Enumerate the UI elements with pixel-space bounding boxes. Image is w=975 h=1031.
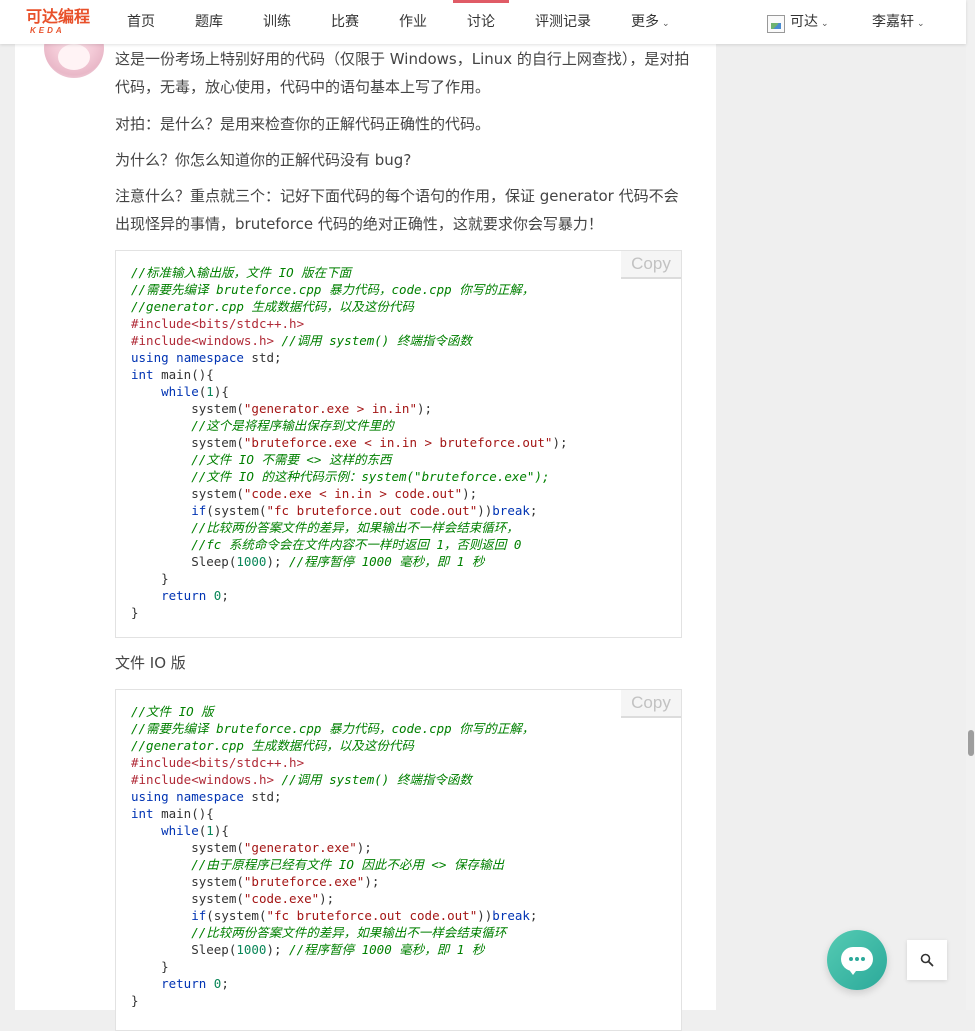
site-logo[interactable]: 可达编程 KEDA [26, 8, 96, 36]
code-line: while(1){ [161, 384, 229, 399]
code-line: return 0; [161, 976, 229, 991]
code-block-standard-io: Copy //标准输入输出版，文件 IO 版在下面 //需要先编译 brutef… [115, 250, 682, 638]
chevron-down-icon: ⌄ [662, 19, 670, 29]
code-line: system("generator.exe"); [131, 840, 372, 855]
code-block-file-io: Copy //文件 IO 版 //需要先编译 bruteforce.cpp 暴力… [115, 689, 682, 1031]
code-line: system("bruteforce.exe"); [131, 874, 380, 889]
code-line: } [131, 993, 139, 1008]
code-line: //这个是将程序输出保存到文件里的 [191, 418, 394, 433]
account-menu[interactable]: 可达 ⌄ [790, 0, 829, 44]
code-content: //标准输入输出版，文件 IO 版在下面 //需要先编译 bruteforce.… [116, 251, 681, 634]
account-label: 可达 [790, 14, 818, 30]
copy-button[interactable]: Copy [621, 251, 681, 279]
code-line: int main(){ [131, 806, 214, 821]
chevron-down-icon: ⌄ [821, 19, 829, 29]
code-line: //由于原程序已经有文件 IO 因此不必用 <> 保存输出 [191, 857, 504, 872]
code-line: int main(){ [131, 367, 214, 382]
nav-contests[interactable]: 比赛 [331, 0, 359, 44]
code-line: //需要先编译 bruteforce.cpp 暴力代码，code.cpp 你写的… [131, 282, 535, 297]
chevron-down-icon: ⌄ [917, 19, 925, 29]
code-line: Sleep(1000); //程序暂停 1000 毫秒，即 1 秒 [131, 942, 485, 957]
code-line: system("code.exe < in.in > code.out"); [131, 486, 478, 501]
code-line: while(1){ [161, 823, 229, 838]
scrollbar-thumb[interactable] [968, 730, 974, 756]
code-line: using namespace std; [131, 350, 282, 365]
code-line: system("bruteforce.exe < in.in > brutefo… [131, 435, 568, 450]
code-line: //generator.cpp 生成数据代码，以及这份代码 [131, 299, 414, 314]
code-line: #include<windows.h> //调用 system() 终端指令函数 [131, 333, 472, 348]
code-line: //比较两份答案文件的差异，如果输出不一样会结束循环 [191, 925, 507, 940]
copy-button[interactable]: Copy [621, 690, 681, 718]
logo-text: 可达编程 [26, 7, 91, 26]
user-name: 李嘉轩 [872, 14, 914, 30]
code-line: using namespace std; [131, 789, 282, 804]
nav-more-label: 更多 [631, 14, 659, 30]
nav-records[interactable]: 评测记录 [535, 0, 591, 44]
nav-discussion[interactable]: 讨论 [453, 0, 509, 44]
code-line: //标准输入输出版，文件 IO 版在下面 [131, 265, 352, 280]
code-line: //generator.cpp 生成数据代码，以及这份代码 [131, 738, 414, 753]
post-paragraph-4: 注意什么？重点就三个：记好下面代码的每个语句的作用，保证 generator 代… [115, 187, 679, 233]
top-navbar: 可达编程 KEDA 首页 题库 训练 比赛 作业 讨论 评测记录 更多 ⌄ 可达 ⌄… [0, 0, 966, 44]
search-button[interactable] [907, 940, 947, 980]
code-line: //fc 系统命令会在文件内容不一样时返回 1，否则返回 0 [191, 537, 522, 552]
code-line: system("code.exe"); [131, 891, 335, 906]
code-line: if(system("fc bruteforce.out code.out"))… [191, 503, 538, 518]
account-image-icon[interactable] [767, 15, 785, 33]
code-line: } [131, 571, 169, 586]
code-line: } [131, 959, 169, 974]
code-content: //文件 IO 版 //需要先编译 bruteforce.cpp 暴力代码，co… [116, 690, 681, 1022]
post-card: 这是一份考场上特别好用的代码（仅限于 Windows，Linux 的自行上网查找… [15, 0, 716, 1031]
code-line: #include<windows.h> //调用 system() 终端指令函数 [131, 772, 472, 787]
post-paragraph-2: 对拍：是什么？是用来检查你的正解代码正确性的代码。 [115, 115, 491, 133]
code-line: //文件 IO 不需要 <> 这样的东西 [191, 452, 392, 467]
scrollbar-track[interactable] [966, 0, 975, 1010]
user-menu[interactable]: 李嘉轩 ⌄ [872, 0, 925, 44]
nav-training[interactable]: 训练 [263, 0, 291, 44]
code-line: #include<bits/stdc++.h> [131, 755, 305, 770]
nav-problems[interactable]: 题库 [195, 0, 223, 44]
code-line: //文件 IO 的这种代码示例：system("bruteforce.exe")… [191, 469, 550, 484]
logo-subtext: KEDA [30, 26, 65, 35]
chat-bubble-icon [841, 947, 873, 975]
code-line: Sleep(1000); //程序暂停 1000 毫秒，即 1 秒 [131, 554, 485, 569]
nav-homework[interactable]: 作业 [399, 0, 427, 44]
code-line: #include<bits/stdc++.h> [131, 316, 305, 331]
post-paragraph-3: 为什么？你怎么知道你的正解代码没有 bug? [115, 151, 412, 169]
nav-more[interactable]: 更多 ⌄ [631, 0, 670, 44]
code-line: return 0; [161, 588, 229, 603]
code-line: //文件 IO 版 [131, 704, 214, 719]
code-line: //需要先编译 bruteforce.cpp 暴力代码，code.cpp 你写的… [131, 721, 535, 736]
post-paragraph-5: 文件 IO 版 [115, 654, 186, 672]
code-line: if(system("fc bruteforce.out code.out"))… [191, 908, 538, 923]
post-paragraph-1: 这是一份考场上特别好用的代码（仅限于 Windows，Linux 的自行上网查找… [115, 50, 690, 96]
code-line: //比较两份答案文件的差异，如果输出不一样会结束循环， [191, 520, 519, 535]
code-line: } [131, 605, 139, 620]
nav-home[interactable]: 首页 [127, 0, 155, 44]
search-icon [920, 953, 934, 967]
chat-button[interactable] [827, 930, 887, 990]
code-line: system("generator.exe > in.in"); [131, 401, 433, 416]
